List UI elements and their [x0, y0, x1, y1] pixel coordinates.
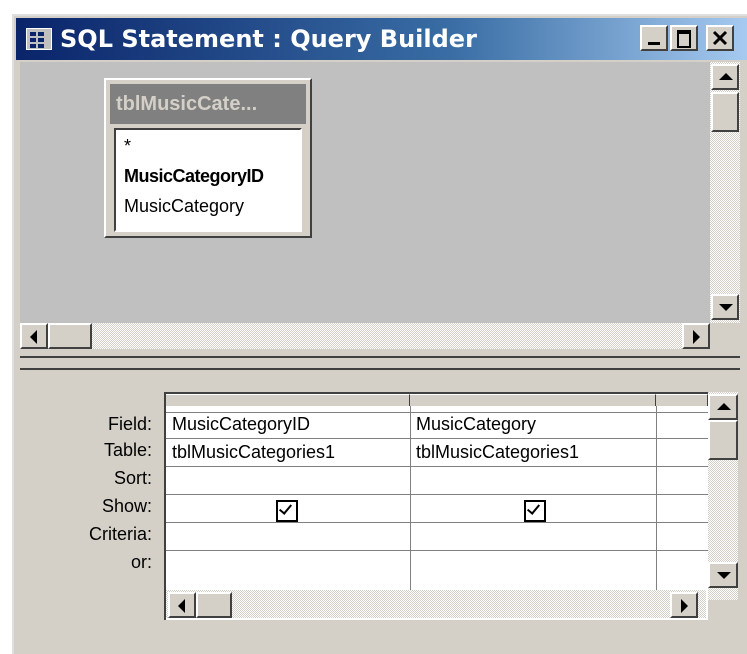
column-selector-2[interactable] — [410, 394, 656, 406]
maximize-icon — [677, 30, 691, 48]
arrow-down-icon — [719, 304, 733, 311]
grid-line — [166, 438, 708, 439]
grid-line — [166, 550, 708, 551]
field-item-all[interactable]: * — [124, 136, 131, 157]
arrow-left-icon — [178, 599, 185, 613]
minimize-icon — [648, 42, 660, 45]
diagram-horizontal-thumb[interactable] — [48, 323, 92, 349]
grid-cell-field[interactable]: MusicCategory — [416, 414, 536, 435]
query-builder-icon[interactable] — [26, 28, 52, 50]
diagram-horizontal-scrollbar[interactable] — [20, 323, 710, 349]
row-label-sort: Sort: — [113, 468, 152, 488]
grid-horizontal-scrollbar[interactable] — [166, 590, 706, 618]
minimize-button[interactable] — [640, 25, 668, 51]
field-item-musiccategory[interactable]: MusicCategory — [124, 196, 244, 217]
grid-cell-table[interactable]: tblMusicCategories1 — [416, 442, 579, 463]
grid-cell-table[interactable]: tblMusicCategories1 — [172, 442, 335, 463]
grid-line — [166, 522, 708, 523]
grid-cell-field[interactable]: MusicCategoryID — [172, 414, 310, 435]
grid-scroll-left-button[interactable] — [168, 592, 196, 618]
grid-vertical-thumb[interactable] — [708, 420, 738, 460]
grid-line — [166, 494, 708, 495]
field-item-musiccategoryid[interactable]: MusicCategoryID — [124, 166, 264, 187]
arrow-up-icon — [719, 73, 733, 80]
grid-horizontal-thumb[interactable] — [196, 592, 232, 618]
arrow-down-icon — [717, 572, 731, 579]
show-checkbox[interactable] — [524, 500, 546, 522]
scroll-right-button[interactable] — [682, 323, 710, 349]
grid-line — [166, 466, 708, 467]
column-selector-3[interactable] — [656, 394, 708, 406]
arrow-up-icon — [717, 403, 731, 410]
show-checkbox[interactable] — [276, 500, 298, 522]
row-label-criteria: Criteria: — [88, 524, 152, 544]
maximize-button[interactable] — [670, 25, 698, 51]
pane-splitter[interactable] — [20, 356, 740, 370]
grid-line — [166, 412, 708, 413]
scroll-down-button[interactable] — [711, 294, 739, 320]
scroll-up-button[interactable] — [711, 64, 739, 90]
scrollbar-corner — [710, 323, 740, 349]
row-label-show: Show: — [101, 496, 152, 516]
table-field-list[interactable]: * MusicCategoryID MusicCategory — [114, 128, 302, 232]
column-selector-1[interactable] — [166, 394, 410, 406]
arrow-left-icon — [30, 330, 37, 344]
grid-line — [656, 406, 657, 590]
arrow-right-icon — [681, 599, 688, 613]
diagram-vertical-thumb[interactable] — [711, 92, 739, 132]
table-box-title[interactable]: tblMusicCate... — [110, 84, 306, 124]
grid-scroll-down-button[interactable] — [708, 562, 738, 588]
row-label-field: Field: — [107, 414, 152, 434]
close-button[interactable] — [706, 25, 734, 51]
window-title: SQL Statement : Query Builder — [60, 25, 477, 53]
row-label-table: Table: — [103, 440, 152, 460]
grid-scroll-up-button[interactable] — [708, 394, 738, 420]
row-label-or: or: — [130, 552, 152, 572]
arrow-right-icon — [693, 330, 700, 344]
grid-scroll-right-button[interactable] — [670, 592, 698, 618]
close-icon — [712, 30, 728, 46]
scroll-left-button[interactable] — [20, 323, 48, 349]
grid-line — [410, 406, 411, 590]
